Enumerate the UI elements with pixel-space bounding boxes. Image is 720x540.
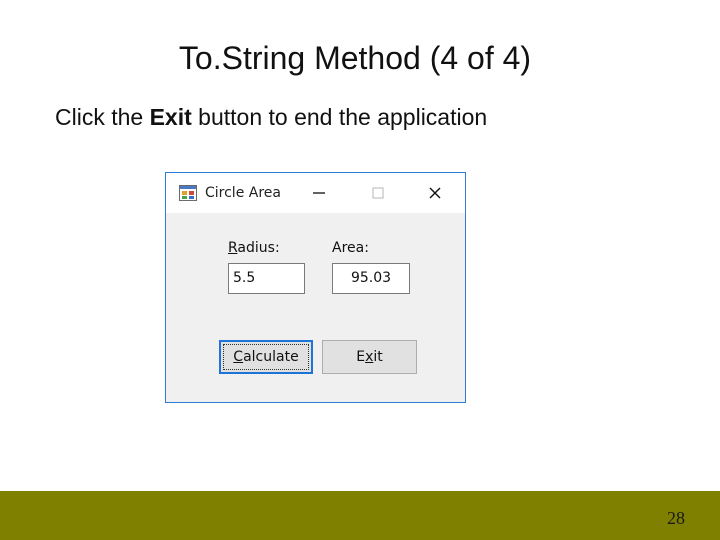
radius-mnemonic: R [228,240,238,256]
focus-rectangle [223,344,309,370]
minimize-icon[interactable] [307,181,331,205]
window-title: Circle Area [205,185,281,201]
exit-label-prefix: E [356,349,366,365]
footer-bar: 28 [0,491,720,540]
window-titlebar[interactable]: Circle Area [166,173,465,213]
instruction-bold-exit: Exit [149,104,192,130]
instruction-prefix: Click the [55,104,150,130]
maximize-icon[interactable] [366,181,390,205]
radius-input[interactable]: 5.5 [228,263,305,294]
form-icon [179,185,197,201]
slide-title: To.String Method (4 of 4) [178,40,532,76]
radius-label-rest: adius: [237,240,280,256]
close-icon[interactable] [423,181,447,205]
radius-label: Radius: [228,240,280,256]
area-label: Area: [332,240,369,256]
area-output: 95.03 [332,263,410,294]
calculate-button[interactable]: Calculate [219,340,313,374]
circle-area-window: Circle Area Radius: Area: 5.5 95.03 Calc… [165,172,466,403]
exit-label-rest: it [373,349,383,365]
instruction-suffix: button to end the application [191,104,488,130]
page-number: 28 [667,508,685,528]
slide-instruction: Click the Exit button to end the applica… [55,104,487,131]
exit-button[interactable]: Exit [322,340,417,374]
